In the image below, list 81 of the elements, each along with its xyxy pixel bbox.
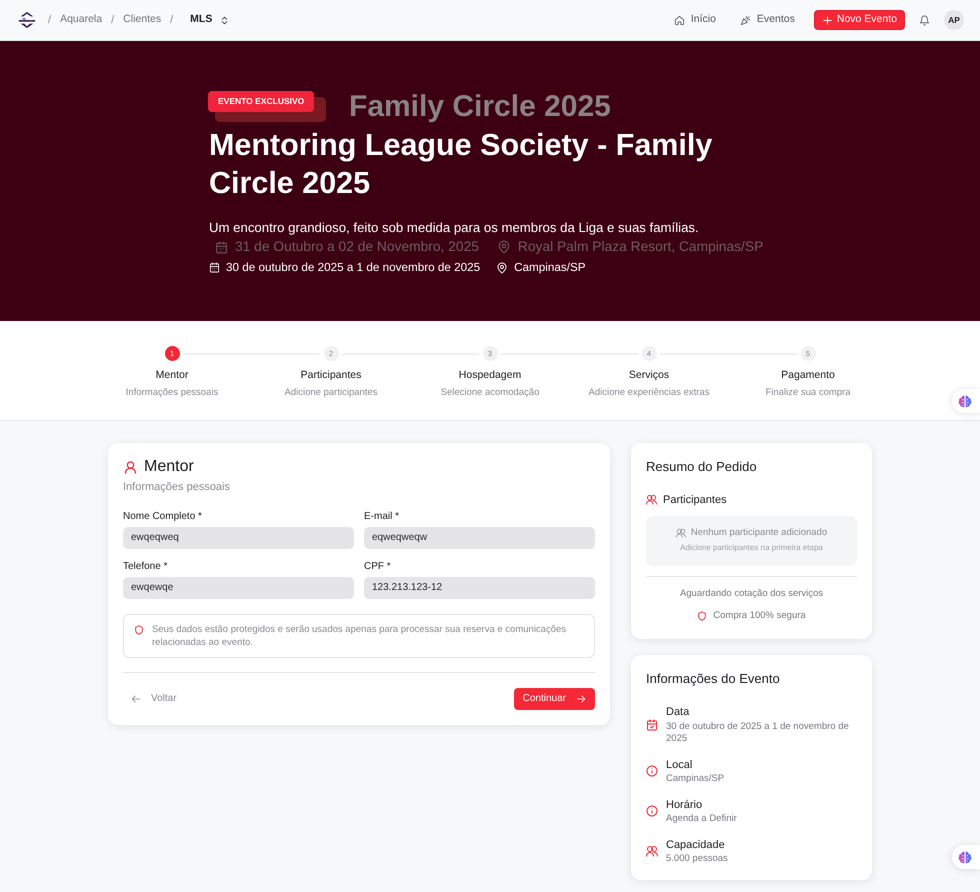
party-popper-icon [740, 14, 751, 26]
map-pin-icon [496, 262, 508, 274]
plus-icon [822, 14, 833, 26]
arrow-left-icon [131, 694, 141, 704]
user-icon [123, 460, 138, 474]
input-field[interactable]: eqweqweqw [364, 526, 595, 548]
client-switcher-button[interactable]: MLS [182, 12, 230, 28]
logo-icon[interactable] [18, 11, 36, 29]
breadcrumb-link[interactable]: Aquarela [60, 12, 102, 28]
section-title: Participantes [663, 492, 727, 506]
step-subtitle: Selecione acomodação [440, 386, 540, 400]
users-icon [646, 845, 658, 857]
nav-link[interactable]: Início [668, 9, 721, 31]
secure-note: Compra 100% segura [713, 608, 806, 622]
new-event-button[interactable]: Novo Evento [814, 10, 905, 30]
continue-button[interactable]: Continuar [514, 688, 595, 710]
shield-icon [697, 610, 708, 620]
floating-button[interactable] [952, 389, 980, 413]
info-label: Horário [666, 798, 702, 812]
calendar-icon [209, 262, 220, 273]
step-title: Hospedagem [458, 368, 522, 382]
step-title: Pagamento [781, 368, 835, 382]
event-location: Campinas/SP [514, 260, 586, 276]
faded-title: Family Circle 2025 [349, 89, 611, 125]
step-title: Mentor [156, 368, 188, 382]
users-icon [646, 494, 657, 505]
event-date: 30 de outubro de 2025 a 1 de novembro de 2025 [226, 260, 480, 276]
input-field[interactable]: 123.213.123-12 [364, 576, 595, 598]
status-text: Aguardando cotação dos serviços [680, 588, 824, 598]
chevrons-up-down-icon [220, 16, 230, 24]
faded-date: 31 de Outubro a 02 de Novembro, 2025 [235, 238, 479, 256]
brain-icon [958, 850, 972, 864]
shield-icon [134, 624, 144, 634]
user-avatar[interactable]: AP [944, 10, 964, 30]
info-label: Capacidade [666, 838, 725, 852]
field-label: Telefone * [123, 560, 168, 574]
info-value: Agenda a Definir [666, 813, 737, 826]
map-pin-icon [496, 240, 511, 254]
event-title: Mentoring League Society - Family Circle 2025 [209, 127, 714, 202]
nav-link[interactable]: Eventos [734, 9, 800, 31]
breadcrumb-separator: / [170, 12, 174, 28]
info-icon [646, 765, 658, 777]
step-subtitle: Adicione experiências extras [588, 386, 710, 400]
home-icon [674, 14, 685, 26]
brain-icon [958, 394, 972, 408]
card-title: Resumo do Pedido [646, 458, 757, 476]
empty-state-title: Nenhum participante adicionado [690, 526, 828, 538]
input-field[interactable]: ewqeqweq [123, 526, 354, 548]
calendar-icon [215, 240, 228, 254]
input-field[interactable]: ewqewqe [123, 576, 354, 598]
users-icon [676, 528, 686, 538]
empty-state-hint: Adicione participantes na primeira etapa [680, 542, 823, 554]
breadcrumb-separator: / [48, 12, 52, 28]
step-title: Participantes [300, 368, 362, 382]
info-label: Data [666, 705, 690, 719]
info-label: Local [666, 758, 692, 772]
faded-location: Royal Palm Plaza Resort, Campinas/SP [518, 238, 764, 256]
step-subtitle: Finalize sua compra [765, 386, 850, 400]
notifications-button[interactable] [919, 14, 930, 26]
arrow-right-icon [576, 694, 586, 704]
step-subtitle: Adicione participantes [284, 386, 378, 400]
field-label: E-mail * [364, 510, 400, 524]
info-value: 5.000 pessoas [666, 853, 728, 866]
field-label: Nome Completo * [123, 510, 202, 524]
card-title: Informações do Evento [646, 670, 780, 688]
calendar-check-icon [646, 718, 658, 731]
field-label: CPF * [364, 560, 391, 574]
bell-icon [919, 14, 930, 26]
exclusive-badge: EVENTO EXCLUSIVO [208, 91, 314, 112]
event-description: Um encontro grandioso, feito sob medida para os membros da Liga e suas famílias. [209, 219, 700, 237]
info-value: 30 de outubro de 2025 a 1 de novembro de 2025 [666, 720, 850, 746]
breadcrumb-separator: / [111, 12, 114, 28]
floating-button[interactable] [952, 845, 980, 869]
notice-text: Seus dados estão protegidos e serão usados apenas para processar sua reserva e comunicações relacionadas ao evento. [152, 622, 568, 648]
step-title: Serviços [628, 368, 670, 382]
breadcrumb-link[interactable]: Clientes [123, 12, 162, 28]
step-subtitle: Informações pessoais [126, 386, 218, 400]
form-subtitle: Informações pessoais [123, 480, 230, 494]
form-title: Mentor [144, 457, 194, 477]
info-icon [646, 805, 658, 817]
info-value: Campinas/SP [666, 773, 724, 786]
